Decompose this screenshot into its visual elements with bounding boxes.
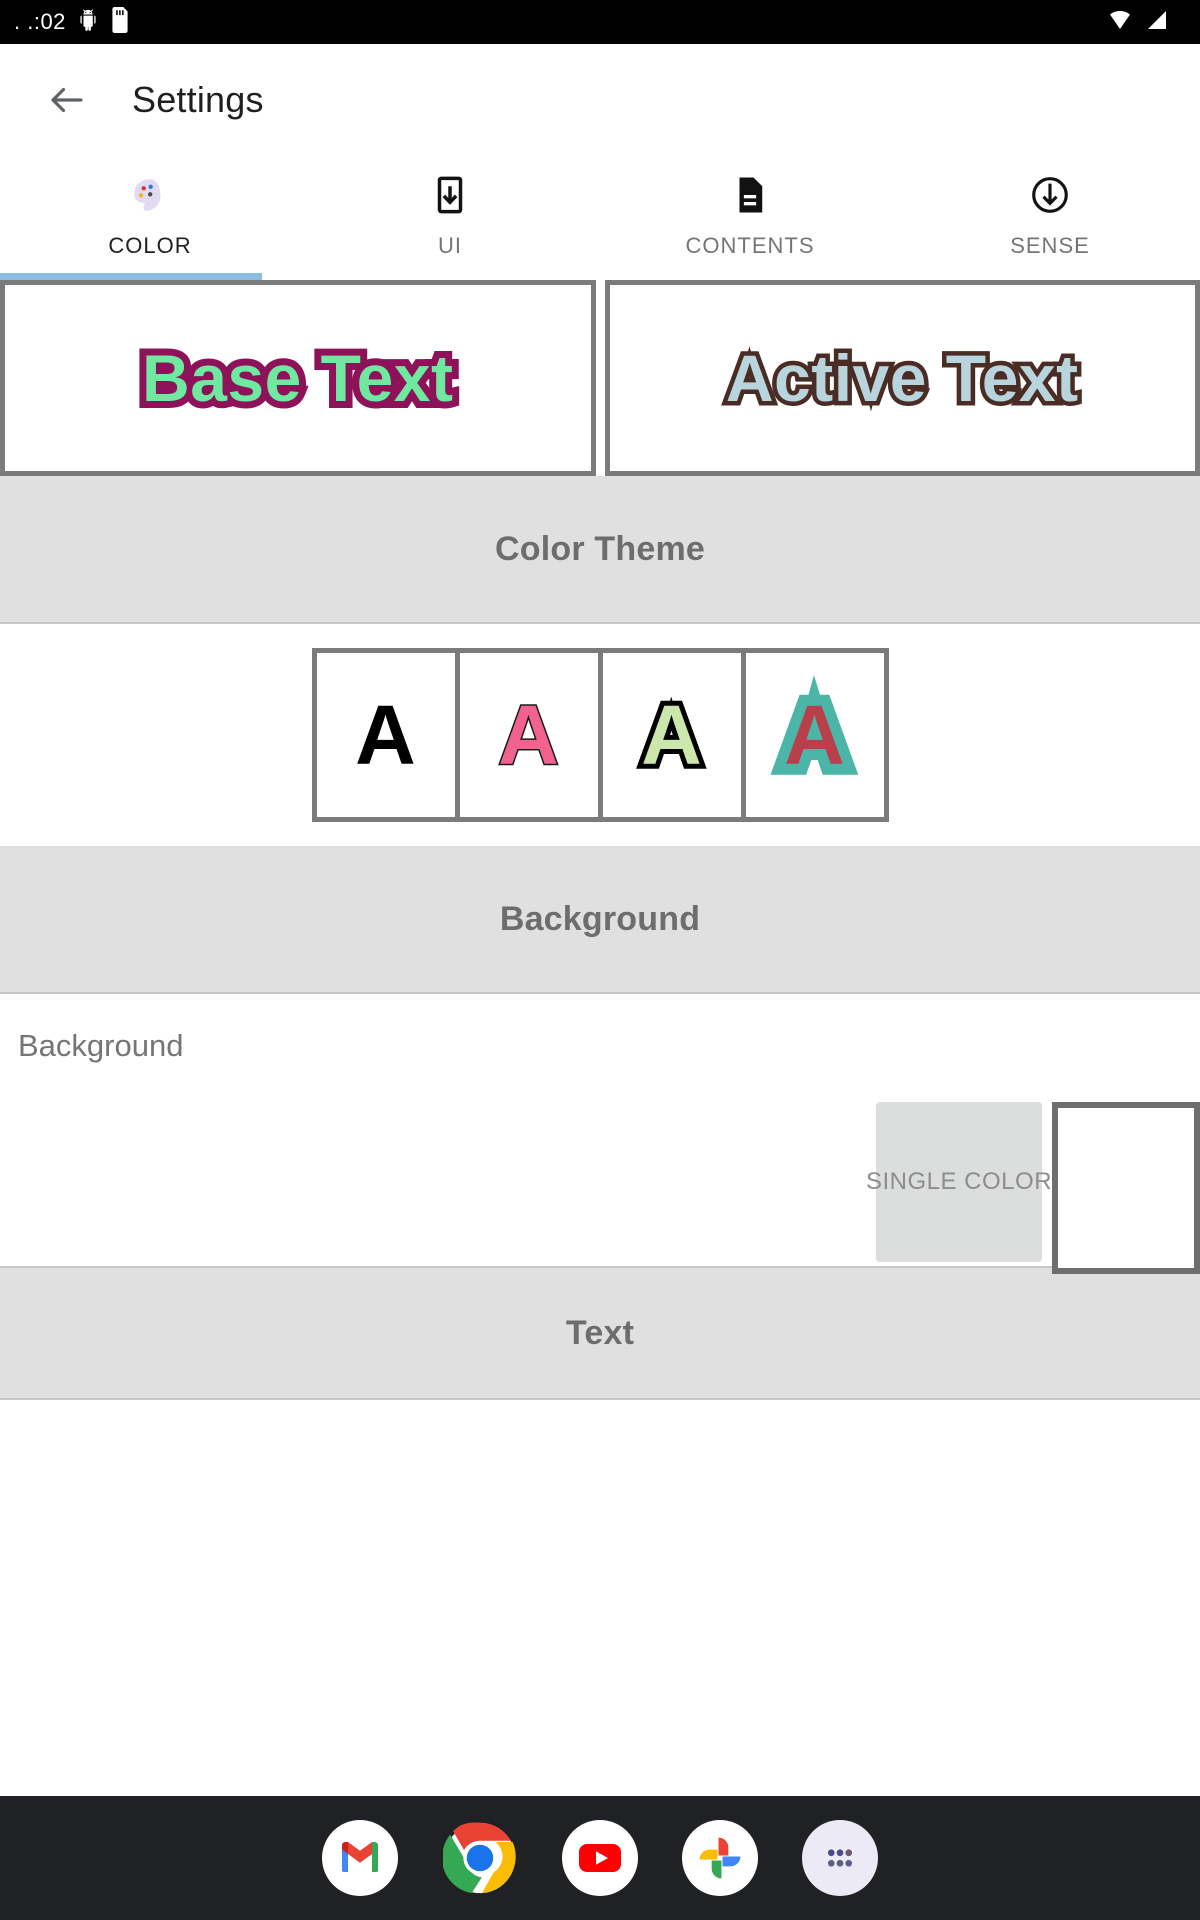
app-drawer-icon[interactable]: [802, 1820, 878, 1896]
tab-ui[interactable]: UI: [300, 156, 600, 280]
color-theme-swatch-strip: A A A A: [311, 648, 889, 822]
phone-download-icon: [429, 172, 471, 218]
status-bar-left: . .:02: [14, 6, 130, 38]
document-icon: [729, 172, 771, 218]
tab-label-contents: CONTENTS: [685, 233, 815, 258]
google-photos-icon[interactable]: [682, 1820, 758, 1896]
theme-swatch-3[interactable]: A: [602, 653, 741, 817]
palette-icon: [129, 172, 171, 218]
active-text-sample: Active Text: [721, 341, 1082, 416]
single-color-button[interactable]: SINGLE COLOR: [866, 1102, 1052, 1262]
circle-download-icon: [1029, 172, 1071, 218]
preview-row: Base Text Active Text: [0, 280, 1200, 476]
background-color-swatch[interactable]: [1052, 1102, 1200, 1274]
sd-card-icon: [110, 6, 130, 38]
single-color-button-label: SINGLE COLOR: [865, 1168, 1053, 1195]
app-bar: Settings: [0, 44, 1200, 156]
theme-swatch-glyph: A: [355, 688, 416, 782]
active-text-preview[interactable]: Active Text: [604, 280, 1200, 476]
tab-label-ui: UI: [438, 233, 462, 258]
section-title-text: Text: [565, 1313, 635, 1352]
screen-root: . .:02 Settings COLOR UI CONTENTS SENSE …: [0, 0, 1200, 1920]
section-header-color-theme: Color Theme: [0, 476, 1200, 622]
status-bar: . .:02: [0, 0, 1200, 44]
status-clock: . .:02: [14, 9, 66, 34]
cell-signal-icon: [1144, 8, 1170, 37]
color-theme-swatch-area: A A A A: [0, 624, 1200, 846]
tab-label-color: COLOR: [108, 233, 192, 258]
theme-swatch-2[interactable]: A: [459, 653, 598, 817]
background-controls: SINGLE COLOR: [866, 1102, 1200, 1274]
tab-sense[interactable]: SENSE: [900, 156, 1200, 280]
section-header-text: Text: [0, 1268, 1200, 1398]
section-title-background: Background: [499, 899, 701, 938]
youtube-icon[interactable]: [562, 1820, 638, 1896]
tab-contents[interactable]: CONTENTS: [600, 156, 900, 280]
gmail-icon[interactable]: [322, 1820, 398, 1896]
status-bar-right: [1106, 8, 1186, 37]
dock-bar: [0, 1796, 1200, 1920]
theme-swatch-glyph: A: [773, 682, 856, 788]
background-setting-row[interactable]: Background SINGLE COLOR: [0, 994, 1200, 1274]
base-text-preview[interactable]: Base Text: [0, 280, 596, 476]
tab-color[interactable]: COLOR: [0, 156, 300, 280]
back-arrow-icon[interactable]: [44, 77, 90, 123]
tab-bar: COLOR UI CONTENTS SENSE: [0, 156, 1200, 280]
chrome-icon[interactable]: [442, 1820, 518, 1896]
theme-swatch-glyph: A: [497, 688, 561, 782]
divider-text: [0, 1398, 1200, 1400]
wifi-icon: [1106, 8, 1134, 37]
theme-swatch-glyph: A: [636, 688, 707, 782]
page-title: Settings: [132, 79, 264, 120]
android-bug-icon: [75, 7, 101, 38]
section-header-background: Background: [0, 846, 1200, 992]
tab-label-sense: SENSE: [1010, 233, 1090, 258]
theme-swatch-4[interactable]: A: [745, 653, 884, 817]
tab-active-indicator: [0, 273, 262, 280]
background-row-label: Background: [18, 1028, 184, 1063]
theme-swatch-1[interactable]: A: [316, 653, 455, 817]
section-title-color-theme: Color Theme: [494, 529, 705, 568]
base-text-sample: Base Text: [135, 338, 460, 418]
